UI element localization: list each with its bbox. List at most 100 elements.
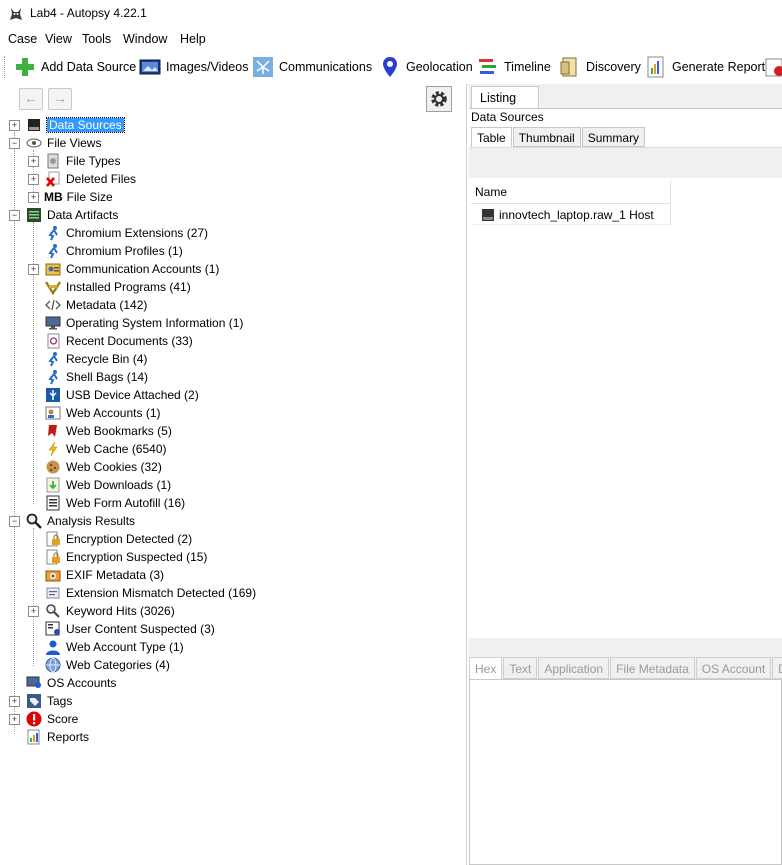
tab-data-artifacts[interactable]: Da [772,657,782,679]
tree-node-deleted-files[interactable]: + Deleted Files [0,170,466,188]
tree-node-web-cache[interactable]: Web Cache (6540) [0,440,466,458]
tree-node-keyword-hits[interactable]: + Keyword Hits (3026) [0,602,466,620]
tree-node-extension-mismatch[interactable]: Extension Mismatch Detected (169) [0,584,466,602]
tree-node-chromium-extensions[interactable]: Chromium Extensions (27) [0,224,466,242]
tab-listing[interactable]: Listing [471,86,539,108]
geolocation-button[interactable]: Geolocation [379,53,473,81]
tree-node-encryption-detected[interactable]: Encryption Detected (2) [0,530,466,548]
tree-node-web-bookmarks[interactable]: Web Bookmarks (5) [0,422,466,440]
tree-node-shell-bags[interactable]: Shell Bags (14) [0,368,466,386]
tab-text[interactable]: Text [503,657,538,679]
generate-report-label: Generate Report [672,60,766,74]
settings-button[interactable] [426,86,452,112]
tree-node-file-size[interactable]: + MB File Size [0,188,466,206]
tree-node-chromium-profiles[interactable]: Chromium Profiles (1) [0,242,466,260]
expand-toggle[interactable]: + [28,156,39,167]
tree-node-file-views[interactable]: − File Views [0,134,466,152]
expand-toggle[interactable]: + [28,192,39,203]
tree-label: Analysis Results [47,514,136,528]
tab-summary[interactable]: Summary [581,127,646,147]
back-button[interactable]: ← [19,88,43,110]
collapse-toggle[interactable]: − [9,138,20,149]
tree-node-score[interactable]: + Score [0,710,466,728]
photo-gallery-icon [139,59,161,75]
images-videos-button[interactable]: Images/Videos [139,53,248,81]
tab-table[interactable]: Table [471,127,512,147]
expand-toggle[interactable]: + [9,696,20,707]
menu-case[interactable]: Case [8,32,37,46]
arrow-right-icon: → [53,90,67,106]
tree-node-data-sources[interactable]: + Data Sources [0,116,466,134]
tree-node-exif-metadata[interactable]: EXIF Metadata (3) [0,566,466,584]
tree-label: Data Sources [46,117,125,133]
tree-node-web-accounts[interactable]: Web Accounts (1) [0,404,466,422]
expand-toggle[interactable]: + [28,264,39,275]
tree-node-analysis-results[interactable]: − Analysis Results [0,512,466,530]
results-table: Name innovtech_laptop.raw_1 Host [469,147,782,638]
tree-label: Web Bookmarks (5) [66,424,172,438]
menu-help[interactable]: Help [180,32,206,46]
tree-node-recycle-bin[interactable]: Recycle Bin (4) [0,350,466,368]
tree-node-usb-device-attached[interactable]: USB Device Attached (2) [0,386,466,404]
bookmark-icon [48,425,57,437]
tab-application[interactable]: Application [538,657,610,679]
tree-node-web-cookies[interactable]: Web Cookies (32) [0,458,466,476]
tree-node-web-account-type[interactable]: Web Account Type (1) [0,638,466,656]
tree-node-data-artifacts[interactable]: − Data Artifacts [0,206,466,224]
arrow-left-icon: ← [24,90,38,106]
host-disk-icon [482,208,494,221]
tree-node-user-content-suspected[interactable]: User Content Suspected (3) [0,620,466,638]
collapse-toggle[interactable]: − [9,210,20,221]
tab-thumbnail[interactable]: Thumbnail [512,127,581,147]
close-case-icon [765,58,782,77]
menu-view[interactable]: View [45,32,72,46]
tab-file-metadata[interactable]: File Metadata [610,657,695,679]
discovery-button[interactable]: Discovery [559,53,641,81]
forward-button[interactable]: → [48,88,72,110]
magnifier-icon [26,513,42,529]
tree-label: Score [47,712,79,726]
expand-toggle[interactable]: + [9,714,20,725]
tree-node-metadata[interactable]: Metadata (142) [0,296,466,314]
tree-node-file-types[interactable]: + File Types [0,152,466,170]
table-row[interactable]: innovtech_laptop.raw_1 Host [471,205,671,225]
tree-label: Extension Mismatch Detected (169) [66,586,257,600]
tab-hex[interactable]: Hex [469,657,503,679]
os-accounts-icon [26,676,41,688]
collapse-toggle[interactable]: − [9,516,20,527]
tree-node-web-downloads[interactable]: Web Downloads (1) [0,476,466,494]
tree-node-recent-documents[interactable]: Recent Documents (33) [0,332,466,350]
tree-node-web-categories[interactable]: Web Categories (4) [0,656,466,674]
tree-node-web-form-autofill[interactable]: Web Form Autofill (16) [0,494,466,512]
tree-label: Data Artifacts [47,208,119,222]
tree-label: Reports [47,730,90,744]
expand-toggle[interactable]: + [9,120,20,131]
report-icon [27,729,40,745]
menu-window[interactable]: Window [123,32,167,46]
artifact-blue-figure-icon [48,370,58,385]
tree-node-communication-accounts[interactable]: + Communication Accounts (1) [0,260,466,278]
expand-toggle[interactable]: + [28,606,39,617]
tree-node-os-accounts[interactable]: OS Accounts [0,674,466,692]
tree-node-operating-system-information[interactable]: Operating System Information (1) [0,314,466,332]
tree-node-encryption-suspected[interactable]: Encryption Suspected (15) [0,548,466,566]
tab-os-account[interactable]: OS Account [695,657,772,679]
tree-label: EXIF Metadata (3) [66,568,165,582]
tree-node-tags[interactable]: + Tags [0,692,466,710]
communications-button[interactable]: Communications [252,53,372,81]
expand-toggle[interactable]: + [28,174,39,185]
content-viewer-tabs: Hex Text Application File Metadata OS Ac… [469,655,782,679]
close-case-button[interactable] [764,53,782,81]
add-data-source-button[interactable]: Add Data Source [14,53,136,81]
navigation-bar: ← → [0,84,466,112]
listing-breadcrumb: Data Sources [471,110,544,124]
artifact-blue-figure-icon [48,244,58,259]
column-header-name[interactable]: Name [471,181,671,204]
menu-tools[interactable]: Tools [82,32,111,46]
tree-node-reports[interactable]: Reports [0,728,466,746]
geolocation-label: Geolocation [406,60,473,74]
timeline-button[interactable]: Timeline [477,53,551,81]
form-icon [46,495,60,511]
tree-node-installed-programs[interactable]: Installed Programs (41) [0,278,466,296]
generate-report-button[interactable]: Generate Report [645,53,765,81]
